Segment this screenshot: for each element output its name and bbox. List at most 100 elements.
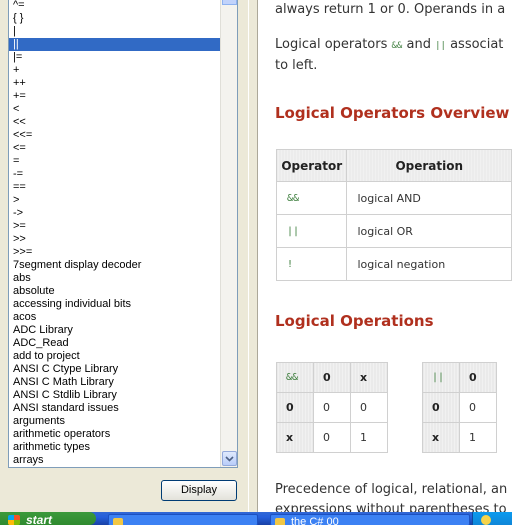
table-header-row: Operator Operation [275, 149, 512, 182]
index-list-item[interactable]: arrays [9, 454, 221, 467]
index-list-item[interactable]: arguments [9, 415, 221, 428]
truth-col-header: x [350, 362, 388, 393]
truth-row-header: x [276, 422, 314, 453]
precedence-line-2: expressions without parentheses to [275, 502, 507, 512]
index-list-item[interactable]: >>= [9, 246, 221, 259]
table-row: && logical AND [275, 181, 512, 215]
operation-cell: logical OR [346, 214, 512, 248]
index-list-item[interactable]: >= [9, 220, 221, 233]
index-list-item[interactable]: ANSI standard issues [9, 402, 221, 415]
index-list-item[interactable]: ANSI C Math Library [9, 376, 221, 389]
truth-cell: 0 [313, 392, 351, 423]
index-list-item[interactable]: ++ [9, 77, 221, 90]
index-list-item[interactable]: + [9, 64, 221, 77]
intro-line2: to left. [275, 58, 318, 73]
index-list-item[interactable]: ^= [9, 0, 221, 12]
intro-prefix: Logical operators [275, 37, 388, 52]
index-list-item[interactable]: -= [9, 168, 221, 181]
index-list-item[interactable]: arithmetic operators [9, 428, 221, 441]
index-list-item[interactable]: | [9, 25, 221, 38]
precedence-line-1: Precedence of logical, relational, an [275, 482, 508, 497]
truth-col-header: 0 [459, 362, 497, 393]
truth-row: 0 0 [422, 392, 497, 423]
operators-overview-table: Operator Operation && logical AND || log… [275, 149, 512, 281]
index-pane: ^={ } | || |= + ++ += < << <<= <= = -= == > -> >= >> >>= 7s… [0, 0, 248, 512]
index-list-item[interactable]: abs [9, 272, 221, 285]
truth-cell: 0 [459, 392, 497, 423]
and-operator-code: && [391, 41, 403, 51]
index-list-item[interactable]: << [9, 116, 221, 129]
index-list-item[interactable]: >> [9, 233, 221, 246]
system-tray [472, 512, 512, 525]
truth-row: x 1 [422, 422, 497, 453]
task-label: the C# 00 [291, 516, 339, 525]
truth-col-header: 0 [313, 362, 351, 393]
intro-associativity-paragraph: Logical operators && and || associat to … [275, 35, 512, 76]
operator-cell: || [275, 214, 348, 248]
index-list-item[interactable]: ADC_Read [9, 337, 221, 350]
intro-mid: and [406, 37, 431, 52]
start-button[interactable]: start [0, 512, 96, 525]
operation-cell: logical AND [346, 181, 512, 215]
pane-splitter[interactable] [248, 0, 258, 512]
index-list-item[interactable]: == [9, 181, 221, 194]
operator-cell: && [275, 181, 348, 215]
index-items: ^={ } | || |= + ++ += < << <<= <= = -= == > -> >= >> >>= 7s… [9, 0, 221, 467]
table-row: || logical OR [275, 214, 512, 248]
index-scrollbar[interactable] [220, 0, 237, 467]
or-truth-table: || 0 0 0 x 1 [422, 362, 497, 453]
index-list-item[interactable]: 7segment display decoder [9, 259, 221, 272]
operations-heading: Logical Operations [275, 312, 434, 330]
operation-cell: logical negation [346, 247, 512, 281]
index-list-item[interactable]: || [9, 38, 221, 51]
scroll-down-button[interactable] [222, 451, 237, 466]
index-list-item[interactable]: arithmetic types [9, 441, 221, 454]
truth-cell: 1 [350, 422, 388, 453]
index-list-item[interactable]: <= [9, 142, 221, 155]
or-operator-code: || [435, 41, 446, 51]
app-icon [275, 518, 285, 525]
precedence-paragraph: Precedence of logical, relational, an ex… [275, 480, 512, 512]
index-list-item[interactable]: ANSI C Ctype Library [9, 363, 221, 376]
index-list-item[interactable]: < [9, 103, 221, 116]
taskbar-task-button[interactable]: the C# 00 [270, 514, 470, 525]
truth-cell: 0 [313, 422, 351, 453]
index-list-item[interactable]: ADC Library [9, 324, 221, 337]
index-list-item[interactable]: acos [9, 311, 221, 324]
index-list-item[interactable]: > [9, 194, 221, 207]
index-list-item[interactable]: accessing individual bits [9, 298, 221, 311]
truth-header-row: || 0 [422, 362, 497, 393]
truth-row: 0 0 0 [276, 392, 388, 423]
index-listbox[interactable]: ^={ } | || |= + ++ += < << <<= <= = -= == > -> >= >> >>= 7s… [8, 0, 238, 468]
operator-cell: ! [275, 247, 348, 281]
chevron-down-icon [225, 455, 234, 462]
truth-cell: 0 [350, 392, 388, 423]
taskbar-task-button[interactable] [108, 514, 258, 525]
overview-heading: Logical Operators Overview [275, 104, 510, 122]
tray-icon[interactable] [481, 515, 491, 525]
index-list-item[interactable]: += [9, 90, 221, 103]
truth-row-header: x [422, 422, 460, 453]
app-icon [113, 518, 123, 525]
index-list-item[interactable]: ANSI C Stdlib Library [9, 389, 221, 402]
index-list-item[interactable]: add to project [9, 350, 221, 363]
truth-row-header: 0 [422, 392, 460, 423]
intro-text-line: always return 1 or 0. Operands in a [275, 2, 506, 17]
index-list-item[interactable]: -> [9, 207, 221, 220]
index-list-item[interactable]: { } [9, 12, 221, 25]
index-list-item[interactable]: absolute [9, 285, 221, 298]
truth-cell: 1 [459, 422, 497, 453]
display-button[interactable]: Display [161, 480, 237, 501]
column-header-operation: Operation [346, 149, 512, 182]
intro-suffix: associat [450, 37, 504, 52]
truth-op-cell: && [276, 362, 314, 393]
help-content: always return 1 or 0. Operands in a Logi… [258, 0, 512, 512]
index-list-item[interactable]: = [9, 155, 221, 168]
scrollbar-thumb[interactable] [222, 0, 237, 5]
windows-logo-icon [8, 515, 20, 525]
truth-op-cell: || [422, 362, 460, 393]
index-list-item[interactable]: |= [9, 51, 221, 64]
index-list-item[interactable]: <<= [9, 129, 221, 142]
truth-header-row: && 0 x [276, 362, 388, 393]
start-label: start [26, 513, 53, 525]
